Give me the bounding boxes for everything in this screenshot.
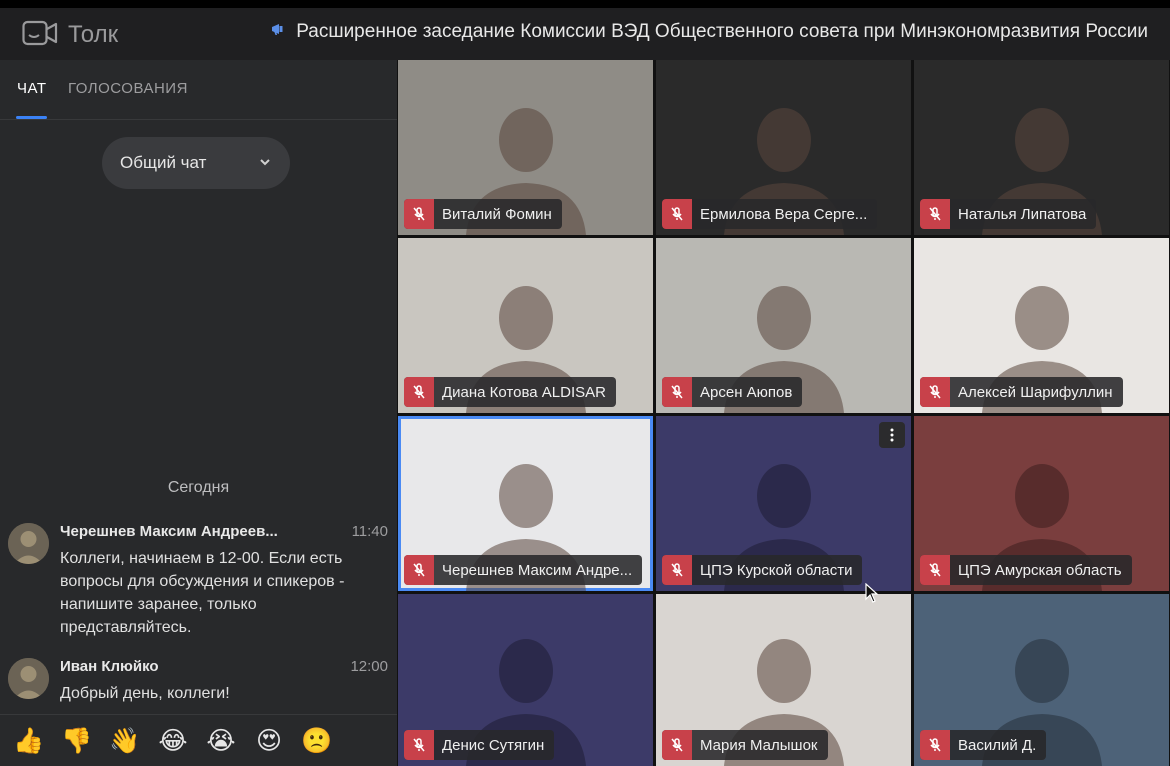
message-time: 11:40 [351,523,388,540]
participant-tile[interactable]: Диана Котова ALDISAR [398,238,653,413]
mouse-pointer-icon [865,582,879,607]
participant-name-chip: Наталья Липатова [920,199,1097,229]
avatar [8,658,49,699]
participant-tile[interactable]: Алексей Шарифуллин [914,238,1169,413]
chat-message: Иван Клюйко 12:00 Добрый день, коллеги! [8,658,388,708]
message-time: 12:00 [350,658,388,675]
participant-name-chip: Мария Малышок [662,730,828,760]
reaction-bar: 👍 👎 👋 😂 😭 😍 🙁 [0,714,397,766]
participant-name: Арсен Аюпов [700,383,793,401]
participant-name: Денис Сутягин [442,736,545,754]
participant-name-chip: Виталий Фомин [404,199,562,229]
mic-off-icon [920,555,950,585]
participant-name-chip: ЦПЭ Амурская область [920,555,1132,585]
participant-name: Василий Д. [958,736,1037,754]
top-bar: Толк Расширенное заседание Комиссии ВЭД … [0,0,1170,60]
participant-name: Алексей Шарифуллин [958,383,1113,401]
chat-sidebar: ЧАТ ГОЛОСОВАНИЯ Общий чат Сегодня Черешн… [0,60,397,766]
participant-tile[interactable]: Черешнев Максим Андре... [398,416,653,591]
crying-face-icon[interactable]: 😭 [204,724,238,758]
sidebar-tabs: ЧАТ ГОЛОСОВАНИЯ [0,60,397,120]
app-name: Толк [68,21,119,48]
frowning-face-icon[interactable]: 🙁 [300,724,334,758]
mic-off-icon [662,377,692,407]
message-author: Иван Клюйко [60,658,159,675]
message-text: Добрый день, коллеги! [60,685,230,702]
participant-name: Ермилова Вера Серге... [700,205,868,223]
app-brand: Толк [22,20,118,50]
active-tab-indicator [16,116,47,119]
megaphone-icon [270,21,286,43]
mic-off-icon [404,199,434,229]
participant-tile[interactable]: ЦПЭ Амурская область [914,416,1169,591]
participant-name: ЦПЭ Амурская область [958,561,1122,579]
message-text: Коллеги, начинаем в 12-00. Если есть воп… [60,550,345,636]
participant-tile[interactable]: Василий Д. [914,594,1169,766]
chevron-down-icon [258,154,272,174]
participant-tile[interactable]: Мария Малышок [656,594,911,766]
participant-name: ЦПЭ Курской области [700,561,853,579]
participant-name: Черешнев Максим Андре... [442,561,633,579]
laughing-face-icon[interactable]: 😂 [156,724,190,758]
camera-logo-icon [22,20,58,50]
mic-off-icon [920,199,950,229]
participant-tile[interactable]: ЦПЭ Курской области [656,416,911,591]
mic-off-icon [404,555,434,585]
waving-hand-icon[interactable]: 👋 [108,724,142,758]
participant-name-chip: ЦПЭ Курской области [662,555,863,585]
participant-name-chip: Черешнев Максим Андре... [404,555,643,585]
meeting-title-text: Расширенное заседание Комиссии ВЭД Общес… [296,21,1148,42]
participant-tile[interactable]: Арсен Аюпов [656,238,911,413]
participant-tile[interactable]: Виталий Фомин [398,60,653,235]
heart-eyes-face-icon[interactable]: 😍 [252,724,286,758]
message-author: Черешнев Максим Андреев... [60,523,278,540]
participant-name: Мария Малышок [700,736,818,754]
participant-tile[interactable]: Наталья Липатова [914,60,1169,235]
chat-selector-dropdown[interactable]: Общий чат [102,137,290,189]
mic-off-icon [404,377,434,407]
participant-name: Наталья Липатова [958,205,1087,223]
more-options-icon[interactable] [879,422,905,448]
participant-name: Виталий Фомин [442,205,552,223]
mic-off-icon [404,730,434,760]
chat-selector-value: Общий чат [120,153,207,172]
participant-name-chip: Денис Сутягин [404,730,555,760]
participant-name-chip: Арсен Аюпов [662,377,803,407]
avatar [8,523,49,564]
participant-tile[interactable]: Денис Сутягин [398,594,653,766]
video-grid: Виталий Фомин Ермилова Вера Серге... Натал… [397,60,1170,766]
mic-off-icon [920,377,950,407]
mic-off-icon [920,730,950,760]
mic-off-icon [662,555,692,585]
participant-name-chip: Ермилова Вера Серге... [662,199,878,229]
participant-name: Диана Котова ALDISAR [442,383,606,401]
participant-name-chip: Диана Котова ALDISAR [404,377,616,407]
mic-off-icon [662,730,692,760]
chat-message: Черешнев Максим Андреев... 11:40 Коллеги… [8,523,388,636]
mic-off-icon [662,199,692,229]
tab-chat[interactable]: ЧАТ [17,80,47,97]
participant-name-chip: Алексей Шарифуллин [920,377,1123,407]
participant-name-chip: Василий Д. [920,730,1047,760]
participant-tile[interactable]: Ермилова Вера Серге... [656,60,911,235]
date-separator: Сегодня [167,479,230,496]
thumbs-down-icon[interactable]: 👎 [60,724,94,758]
tab-votes[interactable]: ГОЛОСОВАНИЯ [68,80,188,97]
thumbs-up-icon[interactable]: 👍 [12,724,46,758]
meeting-title: Расширенное заседание Комиссии ВЭД Общес… [270,21,1148,43]
